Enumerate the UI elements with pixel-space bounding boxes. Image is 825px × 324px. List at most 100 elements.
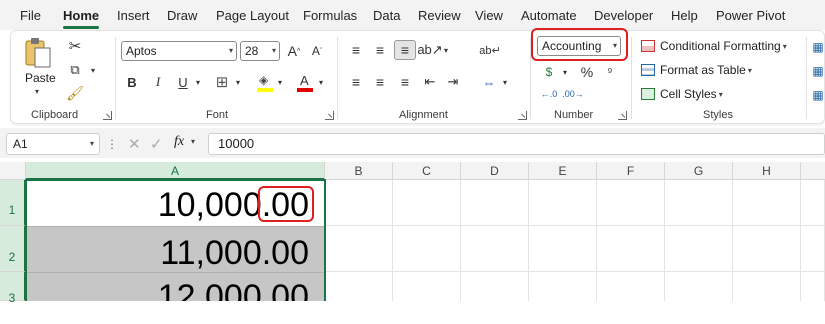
formula-input[interactable]: 10000: [208, 133, 825, 155]
decrease-decimal-icon[interactable]: .00→: [562, 85, 584, 103]
font-color-chevron-icon[interactable]: ▾: [316, 73, 326, 91]
fill-color-icon[interactable]: ◈: [256, 73, 274, 93]
accounting-format-icon[interactable]: $: [540, 63, 558, 81]
cell-styles-button[interactable]: Cell Styles ▾: [641, 87, 723, 101]
cut-icon[interactable]: ✂: [66, 37, 84, 55]
font-size-chevron-icon[interactable]: ▾: [272, 42, 276, 60]
delete-cells-icon[interactable]: ▦: [811, 63, 825, 79]
cell-styles-chevron-icon: ▾: [718, 89, 723, 99]
select-all-corner[interactable]: [0, 162, 26, 180]
font-name-value: Aptos: [126, 44, 157, 58]
decrease-font-icon[interactable]: Aˇ: [308, 42, 326, 60]
clipboard-launcher-icon[interactable]: [103, 111, 112, 120]
column-header-h[interactable]: H: [733, 162, 801, 180]
increase-decimal-icon[interactable]: ←.0: [540, 85, 558, 103]
row-header-2[interactable]: 2: [0, 226, 26, 272]
number-launcher-icon[interactable]: [618, 111, 627, 120]
underline-button[interactable]: U: [174, 73, 192, 91]
empty-cells-row-3[interactable]: [325, 272, 825, 301]
tab-developer[interactable]: Developer: [594, 8, 653, 23]
formula-input-value: 10000: [218, 136, 255, 151]
insert-cells-icon[interactable]: ▦: [811, 39, 825, 55]
italic-button[interactable]: I: [149, 73, 167, 91]
font-launcher-icon[interactable]: [325, 111, 334, 120]
percent-button[interactable]: %: [578, 63, 596, 81]
tab-power-pivot[interactable]: Power Pivot: [716, 8, 785, 23]
tab-page-layout[interactable]: Page Layout: [216, 8, 289, 23]
tab-draw[interactable]: Draw: [167, 8, 197, 23]
font-name-combo[interactable]: Aptos ▾: [121, 41, 237, 61]
merge-chevron-icon[interactable]: ▾: [500, 73, 510, 91]
orientation-chevron-icon[interactable]: ▾: [441, 41, 451, 59]
column-header-b[interactable]: B: [325, 162, 393, 180]
align-center-icon[interactable]: ≡: [371, 73, 389, 91]
column-header-g[interactable]: G: [665, 162, 733, 180]
align-bottom-icon[interactable]: ≡: [394, 40, 416, 60]
alignment-launcher-icon[interactable]: [518, 111, 527, 120]
align-left-icon[interactable]: ≡: [347, 73, 365, 91]
copy-icon[interactable]: ⧉: [66, 61, 84, 79]
bold-button[interactable]: B: [123, 73, 141, 91]
formula-bar-chevron-icon[interactable]: ▾: [191, 137, 195, 146]
column-header-f[interactable]: F: [597, 162, 665, 180]
format-painter-icon[interactable]: 🖌: [66, 84, 84, 102]
tab-automate[interactable]: Automate: [521, 8, 577, 23]
format-as-table-icon: [641, 64, 655, 76]
increase-indent-icon[interactable]: ⇥: [444, 73, 462, 91]
cancel-icon[interactable]: ✕: [128, 135, 141, 153]
borders-chevron-icon[interactable]: ▾: [233, 73, 243, 91]
orientation-icon[interactable]: ab↗: [417, 41, 442, 59]
active-tab-indicator: [63, 26, 99, 29]
underline-chevron-icon[interactable]: ▾: [193, 73, 203, 91]
format-cells-icon[interactable]: ▦: [811, 87, 825, 103]
conditional-formatting-button[interactable]: Conditional Formatting ▾: [641, 39, 787, 53]
wrap-text-icon[interactable]: ab↵: [479, 41, 500, 59]
formula-bar-grip-icon: ⋮: [106, 137, 118, 151]
tab-help[interactable]: Help: [671, 8, 698, 23]
tab-view[interactable]: View: [475, 8, 503, 23]
tab-formulas[interactable]: Formulas: [303, 8, 357, 23]
name-box-chevron-icon[interactable]: ▾: [90, 134, 94, 154]
column-header-a[interactable]: A: [26, 162, 325, 180]
tab-file[interactable]: File: [20, 8, 41, 23]
row-header-3[interactable]: 3: [0, 272, 26, 305]
align-top-icon[interactable]: ≡: [347, 41, 365, 59]
fill-color-chevron-icon[interactable]: ▾: [275, 73, 285, 91]
insert-function-button[interactable]: fx: [174, 134, 184, 150]
align-right-icon[interactable]: ≡: [396, 73, 414, 91]
accounting-chevron-icon[interactable]: ▾: [560, 63, 570, 81]
font-name-chevron-icon[interactable]: ▾: [229, 42, 233, 60]
tab-review[interactable]: Review: [418, 8, 461, 23]
copy-chevron-icon[interactable]: ▾: [88, 61, 98, 79]
column-header-d[interactable]: D: [461, 162, 529, 180]
clipboard-group-label: Clipboard: [31, 109, 79, 121]
column-header-i[interactable]: [801, 162, 825, 180]
paste-chevron-icon[interactable]: ▾: [35, 87, 39, 96]
conditional-formatting-label: Conditional Formatting: [660, 39, 781, 53]
font-group-label: Font: [206, 109, 229, 121]
row-header-1[interactable]: 1: [0, 180, 26, 226]
borders-icon[interactable]: ⊞: [213, 73, 231, 91]
tab-data[interactable]: Data: [373, 8, 400, 23]
font-color-icon[interactable]: A: [296, 73, 314, 93]
column-header-e[interactable]: E: [529, 162, 597, 180]
tab-insert[interactable]: Insert: [117, 8, 150, 23]
cell-styles-label: Cell Styles: [660, 87, 717, 101]
paste-label[interactable]: Paste: [25, 71, 56, 85]
paste-icon[interactable]: [23, 37, 53, 71]
enter-icon[interactable]: ✓: [150, 135, 163, 153]
empty-cells-row-1[interactable]: [325, 180, 825, 226]
tab-home[interactable]: Home: [63, 8, 99, 23]
align-middle-icon[interactable]: ≡: [371, 41, 389, 59]
format-as-table-button[interactable]: Format as Table ▾: [641, 63, 752, 77]
ribbon: Paste ▾ ✂ ⧉ ▾ 🖌 Clipboard Aptos ▾ 28 ▾ A…: [10, 28, 825, 124]
name-box[interactable]: A1 ▾: [6, 133, 100, 155]
comma-style-icon[interactable]: ⁹: [601, 63, 619, 81]
empty-cells-row-2[interactable]: [325, 226, 825, 272]
styles-group-label: Styles: [703, 109, 733, 121]
merge-center-icon[interactable]: ⇔: [480, 73, 498, 91]
column-header-c[interactable]: C: [393, 162, 461, 180]
decrease-indent-icon[interactable]: ⇤: [421, 73, 439, 91]
increase-font-icon[interactable]: A ^: [285, 42, 303, 60]
font-size-combo[interactable]: 28 ▾: [240, 41, 280, 61]
